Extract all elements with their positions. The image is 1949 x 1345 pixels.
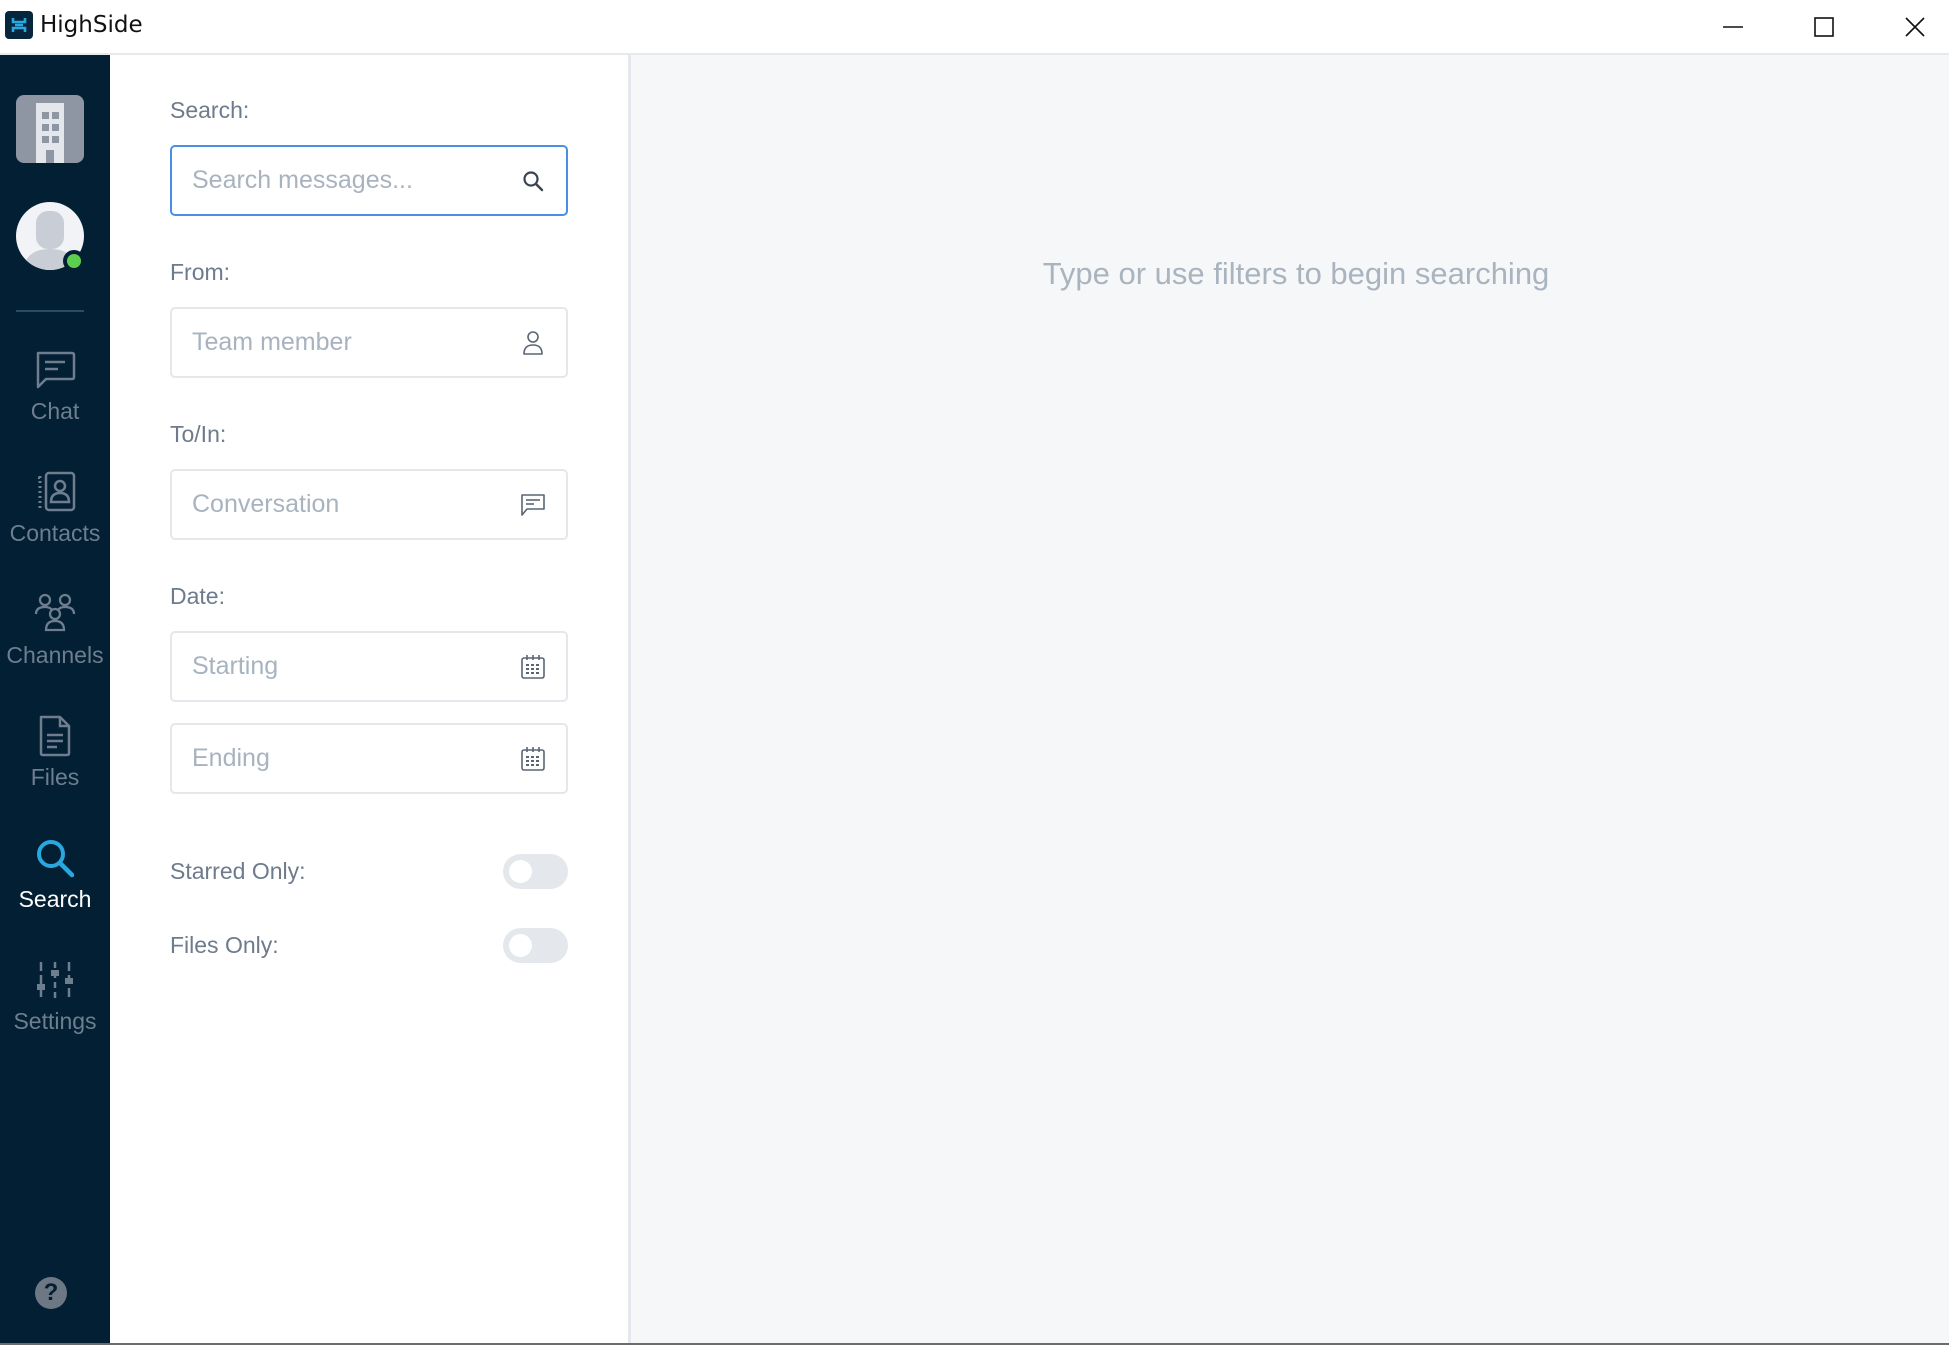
close-icon xyxy=(1905,16,1925,37)
sidebar-item-chat[interactable]: Chat xyxy=(0,348,110,458)
search-results-area: Type or use filters to begin searching xyxy=(631,55,1949,1343)
organization-logo[interactable] xyxy=(16,95,84,163)
search-filters-panel: Search: From: To/In: Date: xyxy=(110,55,628,1343)
files-only-toggle[interactable] xyxy=(503,927,568,963)
help-button[interactable]: ? xyxy=(35,1277,67,1309)
from-input-box[interactable] xyxy=(170,307,568,378)
empty-state-message: Type or use filters to begin searching xyxy=(1042,256,1550,291)
start-date-input[interactable] xyxy=(192,652,492,681)
toggle-knob xyxy=(509,859,532,883)
close-button[interactable] xyxy=(1870,0,1949,53)
search-icon[interactable] xyxy=(520,168,546,194)
sidebar-item-label: Chat xyxy=(30,398,80,424)
sidebar-item-settings[interactable]: Settings xyxy=(0,958,110,1068)
online-status-indicator xyxy=(63,250,85,272)
highside-logo-icon xyxy=(5,11,33,39)
sidebar-item-channels[interactable]: Channels xyxy=(0,592,110,702)
search-label: Search: xyxy=(170,97,250,123)
search-input[interactable] xyxy=(192,166,492,195)
calendar-icon[interactable] xyxy=(520,746,546,772)
calendar-icon[interactable] xyxy=(520,654,546,680)
sidebar-divider xyxy=(16,310,84,312)
window-title: HighSide xyxy=(40,12,143,38)
chat-bubble-icon xyxy=(33,348,77,392)
to-in-input-box[interactable] xyxy=(170,469,568,540)
files-only-label: Files Only: xyxy=(170,931,279,958)
sidebar-item-label: Files xyxy=(30,764,80,790)
maximize-icon xyxy=(1814,16,1834,37)
sidebar-item-label: Search xyxy=(18,886,92,912)
starred-only-row: Starred Only: xyxy=(170,853,568,889)
sliders-icon xyxy=(33,958,77,1002)
person-icon xyxy=(520,330,546,356)
starred-only-label: Starred Only: xyxy=(170,857,306,884)
toggle-knob xyxy=(509,933,532,957)
chat-bubble-icon xyxy=(520,492,546,518)
start-date-input-box[interactable] xyxy=(170,631,568,702)
group-icon xyxy=(33,592,77,636)
contact-book-icon xyxy=(33,470,77,514)
help-icon: ? xyxy=(43,1279,59,1306)
end-date-input[interactable] xyxy=(192,744,492,773)
conversation-input[interactable] xyxy=(192,490,492,519)
end-date-input-box[interactable] xyxy=(170,723,568,794)
minimize-icon xyxy=(1723,25,1743,28)
sidebar-item-label: Channels xyxy=(6,642,104,668)
search-icon xyxy=(33,836,77,880)
team-member-input[interactable] xyxy=(192,328,492,357)
sidebar-item-contacts[interactable]: Contacts xyxy=(0,470,110,580)
search-input-box[interactable] xyxy=(170,145,568,216)
maximize-button[interactable] xyxy=(1779,0,1869,53)
sidebar-item-label: Contacts xyxy=(9,520,101,546)
sidebar-item-files[interactable]: Files xyxy=(0,714,110,824)
from-label: From: xyxy=(170,259,231,285)
title-bar: HighSide xyxy=(0,0,1949,55)
sidebar-item-label: Settings xyxy=(13,1008,97,1034)
files-only-row: Files Only: xyxy=(170,927,568,963)
building-icon xyxy=(36,103,64,163)
to-in-label: To/In: xyxy=(170,421,227,447)
app-window: HighSide Chat Contacts Channels Files Se… xyxy=(0,0,1949,1345)
starred-only-toggle[interactable] xyxy=(503,853,568,889)
nav-sidebar: Chat Contacts Channels Files Search Sett… xyxy=(0,55,110,1343)
sidebar-item-search[interactable]: Search xyxy=(0,836,110,946)
date-label: Date: xyxy=(170,583,225,609)
minimize-button[interactable] xyxy=(1688,0,1778,53)
file-icon xyxy=(33,714,77,758)
